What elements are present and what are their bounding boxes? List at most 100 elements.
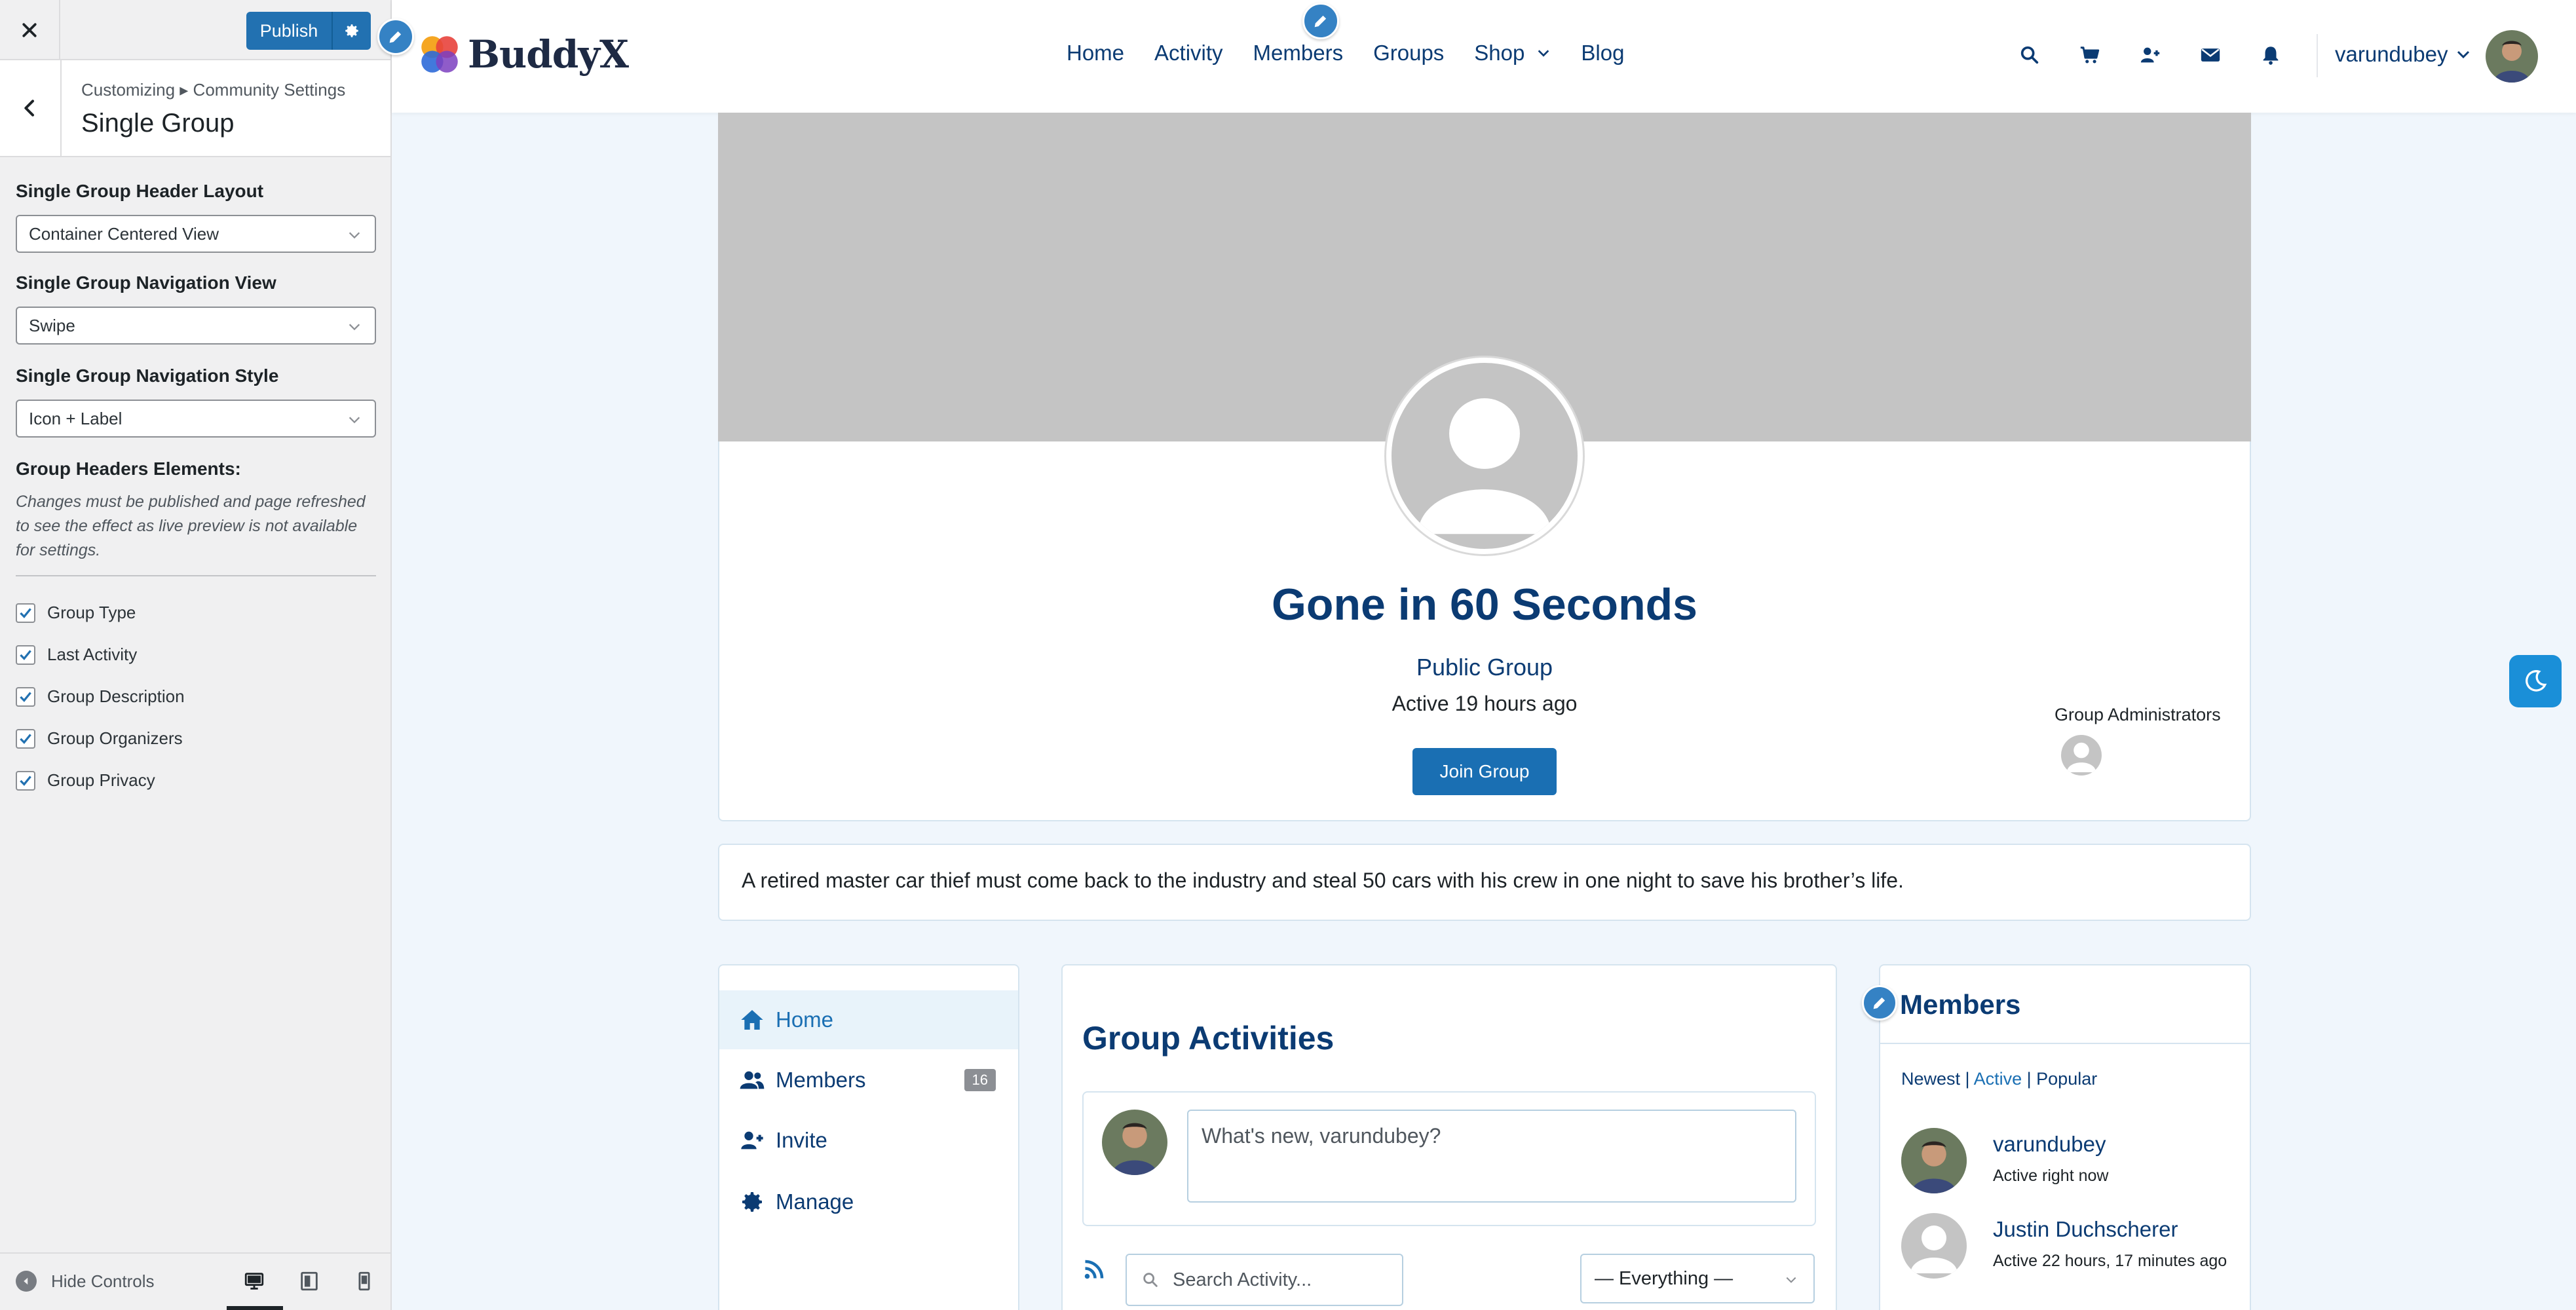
- friend-requests-button[interactable]: [2137, 42, 2163, 68]
- checkbox[interactable]: [16, 770, 35, 791]
- group-nav-manage[interactable]: Manage: [719, 1172, 1018, 1231]
- preview-desktop-button[interactable]: [240, 1267, 269, 1296]
- moon-icon: [2526, 670, 2547, 692]
- post-form: What's new, varundubey?: [1082, 1091, 1816, 1226]
- checkbox-label: Group Organizers: [47, 728, 183, 748]
- checkmark-icon: [20, 607, 31, 618]
- nav-members[interactable]: Members: [1253, 41, 1344, 66]
- navigation-style-select[interactable]: Icon + Label: [16, 400, 376, 438]
- back-button[interactable]: [0, 60, 62, 156]
- nav-blog[interactable]: Blog: [1581, 41, 1624, 66]
- checkbox[interactable]: [16, 645, 35, 665]
- close-customizer-button[interactable]: [0, 0, 60, 60]
- user-plus-icon: [741, 1131, 763, 1150]
- gear-icon: [742, 1192, 762, 1212]
- group-nav-invite[interactable]: Invite: [719, 1111, 1018, 1170]
- activities-title: Group Activities: [1082, 1020, 1335, 1057]
- member-avatar[interactable]: [1901, 1128, 1967, 1193]
- filter-newest[interactable]: Newest: [1901, 1069, 1960, 1089]
- default-avatar-icon: [1910, 1226, 1958, 1273]
- nav-home[interactable]: Home: [1067, 41, 1124, 66]
- checkbox[interactable]: [16, 603, 35, 623]
- checkbox[interactable]: [16, 686, 35, 707]
- search-icon: [2020, 46, 2039, 64]
- navigation-view-select[interactable]: Swipe: [16, 307, 376, 345]
- whats-new-input[interactable]: What's new, varundubey?: [1187, 1110, 1796, 1203]
- filter-separator: |: [1965, 1069, 1970, 1089]
- preview-mobile-button[interactable]: [350, 1267, 379, 1296]
- notifications-button[interactable]: [2258, 42, 2284, 68]
- header-divider: [2317, 34, 2318, 77]
- group-last-active: Active 19 hours ago: [1392, 692, 1578, 715]
- admin-avatar[interactable]: [2061, 735, 2102, 776]
- checkmark-icon: [20, 775, 31, 786]
- checkbox-group-organizers[interactable]: Group Organizers: [16, 728, 183, 749]
- user-plus-icon: [2140, 47, 2160, 63]
- group-nav-label: Home: [776, 1007, 834, 1032]
- nav-groups[interactable]: Groups: [1373, 41, 1444, 66]
- pencil-icon: [1873, 997, 1885, 1009]
- chevron-down-icon: [349, 417, 360, 424]
- checkmark-icon: [20, 649, 31, 660]
- logo-text: BuddyX: [468, 32, 629, 77]
- checkbox-group-type[interactable]: Group Type: [16, 603, 136, 623]
- tablet-icon: [301, 1271, 318, 1291]
- activity-filter-select[interactable]: — Everything —: [1580, 1254, 1815, 1303]
- customizer-footer: Hide Controls: [0, 1252, 390, 1310]
- publish-settings-button[interactable]: [333, 12, 371, 50]
- edit-shortcut-menu[interactable]: [1302, 3, 1339, 39]
- checkbox-label: Group Type: [47, 603, 136, 622]
- join-group-button[interactable]: Join Group: [1412, 748, 1557, 795]
- nav-activity[interactable]: Activity: [1154, 41, 1223, 66]
- checkbox-group-privacy[interactable]: Group Privacy: [16, 770, 155, 791]
- publish-button-group: Publish: [246, 12, 371, 50]
- preview-tablet-button[interactable]: [295, 1267, 324, 1296]
- dark-mode-toggle[interactable]: [2509, 655, 2562, 707]
- desktop-icon: [244, 1273, 264, 1290]
- messages-button[interactable]: [2197, 42, 2224, 68]
- search-button[interactable]: [2017, 42, 2043, 68]
- checkbox-last-activity[interactable]: Last Activity: [16, 645, 137, 665]
- user-avatar[interactable]: [2486, 30, 2538, 83]
- member-avatar[interactable]: [1901, 1213, 1967, 1279]
- hide-controls-button[interactable]: Hide Controls: [16, 1271, 155, 1292]
- nav-shop[interactable]: Shop: [1474, 41, 1551, 66]
- default-avatar-icon: [2066, 742, 2096, 773]
- group-nav-label: Manage: [776, 1189, 854, 1214]
- buddyx-logo-icon: [421, 36, 458, 73]
- members-filter-links: Newest | Active | Popular: [1901, 1069, 2097, 1089]
- member-name[interactable]: varundubey: [1993, 1132, 2229, 1157]
- edit-shortcut-widget[interactable]: [1862, 985, 1897, 1020]
- user-photo: [1102, 1110, 1167, 1175]
- checkbox-group-description[interactable]: Group Description: [16, 686, 185, 707]
- elements-heading: Group Headers Elements:: [16, 458, 241, 479]
- members-count-badge: 16: [964, 1069, 996, 1091]
- checkbox-label: Group Description: [47, 686, 185, 706]
- cart-button[interactable]: [2077, 42, 2103, 68]
- publish-button[interactable]: Publish: [246, 12, 333, 50]
- checkbox[interactable]: [16, 728, 35, 749]
- rss-icon[interactable]: [1082, 1258, 1106, 1281]
- navigation-style-label: Single Group Navigation Style: [16, 365, 279, 386]
- site-logo[interactable]: BuddyX: [415, 30, 629, 79]
- breadcrumb: Customizing ▸ Community Settings: [81, 80, 346, 100]
- member-status: Active 22 hours, 17 minutes ago: [1993, 1252, 2227, 1270]
- divider: [16, 575, 376, 576]
- member-name[interactable]: Justin Duchscherer: [1993, 1217, 2229, 1242]
- search-activity-input[interactable]: Search Activity...: [1126, 1254, 1403, 1306]
- group-nav-home[interactable]: Home: [719, 990, 1018, 1049]
- group-nav-members[interactable]: Members 16: [719, 1051, 1018, 1110]
- user-menu[interactable]: varundubey: [2335, 42, 2471, 67]
- members-widget-title: Members: [1900, 989, 2021, 1020]
- elements-note: Changes must be published and page refre…: [16, 493, 366, 559]
- member-item: Justin Duchscherer Active 22 hours, 17 m…: [1901, 1213, 2229, 1279]
- edit-shortcut-logo[interactable]: [377, 18, 414, 55]
- divider: [1880, 1043, 2250, 1044]
- filter-active[interactable]: Active: [1974, 1069, 2022, 1089]
- post-author-avatar: [1102, 1110, 1167, 1175]
- filter-popular[interactable]: Popular: [2036, 1069, 2097, 1089]
- header-layout-select[interactable]: Container Centered View: [16, 215, 376, 253]
- chevron-down-icon: [1786, 1277, 1796, 1283]
- username: varundubey: [2335, 42, 2448, 66]
- pencil-icon: [1314, 15, 1327, 28]
